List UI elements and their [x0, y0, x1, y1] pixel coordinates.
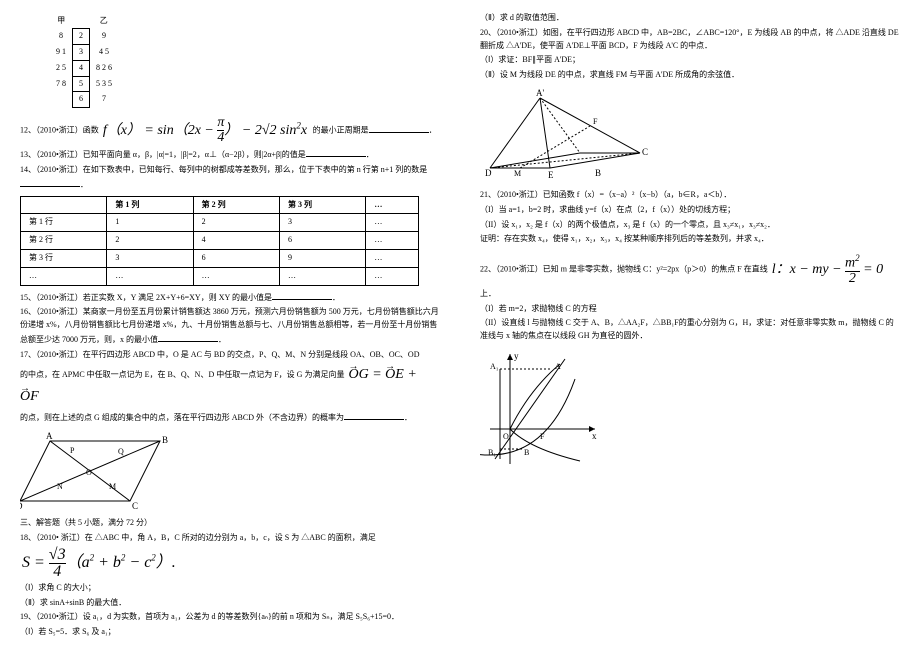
q17: 17、（2010•浙江）在平行四边形 ABCD 中，O 是 AC 与 BD 的交…: [20, 349, 440, 362]
svg-text:F: F: [593, 117, 598, 126]
svg-text:y: y: [514, 351, 519, 361]
svg-text:P: P: [70, 446, 75, 455]
fold-diagram: A' D E C B F M: [480, 88, 900, 183]
q22-post: 上．: [480, 288, 900, 301]
svg-text:O: O: [503, 432, 509, 441]
svg-text:E: E: [548, 170, 554, 180]
svg-text:M: M: [514, 169, 521, 178]
q19: 19、（2010•浙江）设 a₁，d 为实数，首项为 a₁，公差为 d 的等差数…: [20, 611, 440, 624]
q21-2: （II）设 x₁，x₂ 是 f（x）的两个极值点，x₃ 是 f（x）的一个零点，…: [480, 219, 900, 232]
q12: 12、（2010•浙江）函数 f（x） = sin（2x − π4） − 2√2…: [20, 116, 440, 145]
svg-text:x: x: [592, 431, 597, 441]
svg-text:F: F: [540, 432, 545, 441]
section3: 三、解答题（共 5 小题，满分 72 分）: [20, 517, 440, 530]
svg-text:A: A: [555, 362, 561, 371]
q22-1: （I）若 m=2，求抛物线 C 的方程: [480, 303, 900, 316]
svg-text:A': A': [536, 88, 544, 98]
svg-text:C: C: [132, 501, 138, 511]
q21-1: （I）当 a=1，b=2 时，求曲线 y=f（x）在点（2，f（x））处的切线方…: [480, 204, 900, 217]
q20-1: （Ⅰ）求证：BF∥平面 A'DE；: [480, 54, 900, 67]
q20: 20、（2010•浙江）如图，在平行四边形 ABCD 中，AB=2BC，∠ABC…: [480, 27, 900, 53]
q17c: 的点，则在上述的点 G 组成的集合中的点，落在平行四边形 ABCD 外（不含边界…: [20, 410, 440, 425]
q21: 21、（2010•浙江）已知函数 f（x）=（x−a）²（x−b）（a，b∈R，…: [480, 189, 900, 202]
svg-text:A₁: A₁: [490, 362, 499, 371]
stem-leaf-table: 甲乙 829 9 134 5 2 548 2 6 7 855 3 5 67: [50, 14, 118, 108]
svg-text:B: B: [162, 435, 168, 445]
q15: 15、（2010•浙江）若正实数 X，Y 满足 2X+Y+6=XY，则 XY 的…: [20, 290, 440, 305]
q13: 13、（2010•浙江）已知平面向量 α，β，|α|=1，|β|=2，α⊥（α−…: [20, 147, 440, 162]
q16: 16、（2010•浙江）某商家一月份至五月份累计销售额达 3860 万元，预测六…: [20, 306, 440, 346]
svg-text:B: B: [595, 168, 601, 178]
svg-text:B₁: B₁: [488, 448, 496, 457]
q14: 14、（2010•浙江）在如下数表中，已知每行、每列中的树都成等差数列，那么，位…: [20, 164, 440, 192]
sequence-table: 第 1 列第 2 列第 3 列… 第 1 行123… 第 2 行246… 第 3…: [20, 196, 419, 286]
q21-3: 证明：存在实数 x₄，使得 x₁，x₂，x₃，x₄ 按某种顺序排列后的等差数列，…: [480, 233, 900, 246]
svg-text:D: D: [20, 501, 23, 511]
q22: 22、（2010•浙江）已知 m 是非零实数，抛物线 C：y²=2px（p＞0）…: [480, 254, 900, 286]
parallelogram-diagram: A B C D P Q M N O: [20, 431, 440, 511]
q20-2: （Ⅱ）设 M 为线段 DE 的中点，求直线 FM 与平面 A'DE 所成角的余弦…: [480, 69, 900, 82]
svg-text:N: N: [57, 482, 63, 491]
q18-1: （Ⅰ）求角 C 的大小；: [20, 582, 440, 595]
svg-text:D: D: [485, 168, 492, 178]
q17b: 的中点，在 APMC 中任取一点记为 E，在 B、Q、N、D 中任取一点记为 F…: [20, 364, 440, 409]
svg-text:O: O: [86, 468, 92, 477]
svg-text:Q: Q: [118, 447, 124, 456]
svg-text:C: C: [642, 147, 648, 157]
q18: 18、（2010• 浙江）在 △ABC 中，角 A，B，C 所对的边分别为 a，…: [20, 532, 440, 545]
q19-2: （Ⅱ）求 d 的取值范围．: [480, 12, 900, 25]
svg-text:A: A: [46, 431, 53, 441]
q22-2: （II）设直线 l 与抛物线 C 交于 A、B，△AA₂F，△BB₁F的重心分别…: [480, 317, 900, 343]
svg-text:B: B: [524, 448, 529, 457]
svg-text:M: M: [109, 482, 116, 491]
parabola-diagram: y x O F A A₁ B B₁: [480, 349, 900, 469]
q18-formula: S = √34（a2 + b2 − c2）.: [20, 547, 440, 580]
q18-2: （Ⅱ）求 sinA+sinB 的最大值．: [20, 597, 440, 610]
q19-1: （Ⅰ）若 S₅=5．求 S₆ 及 a₁；: [20, 626, 440, 639]
